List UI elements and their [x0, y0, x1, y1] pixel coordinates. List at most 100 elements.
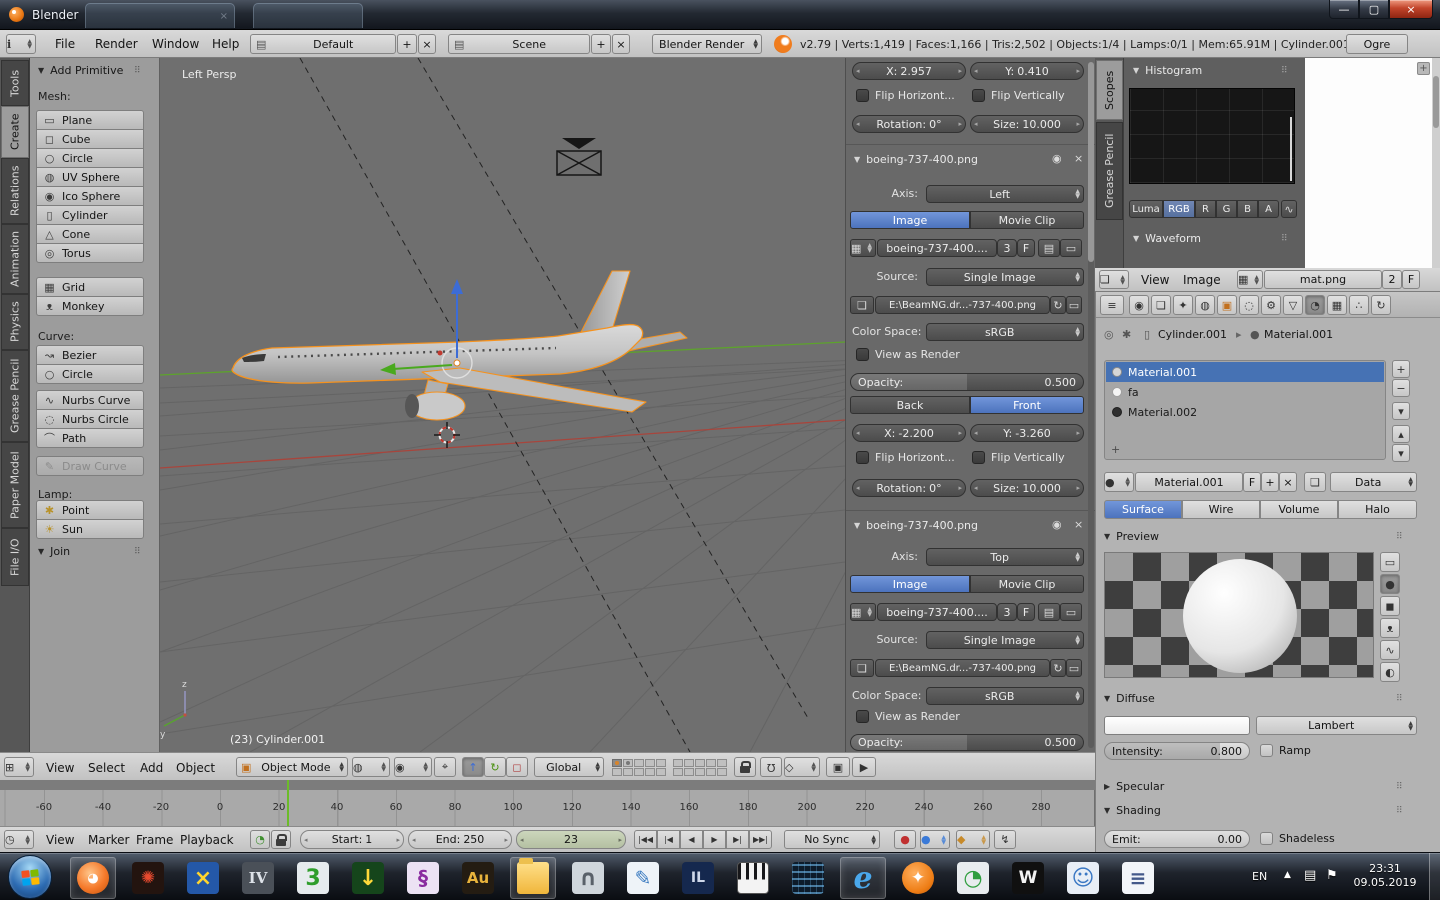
remove-bg-image-icon[interactable]: ×: [1074, 152, 1083, 165]
add-sun-lamp-button[interactable]: ☀ Sun: [36, 519, 144, 539]
channel-g-button[interactable]: G: [1216, 200, 1237, 218]
add-layout-button[interactable]: +: [397, 34, 417, 54]
object-data-tab-icon[interactable]: ▽: [1283, 295, 1303, 315]
taskbar-app-explorer[interactable]: [510, 857, 556, 899]
toolshelf-tab-animation[interactable]: Animation: [1, 224, 29, 294]
scrollbar-track[interactable]: [1088, 62, 1094, 748]
playhead[interactable]: [287, 780, 289, 826]
remove-material-slot-button[interactable]: −: [1392, 379, 1410, 397]
axis-dropdown[interactable]: Top ▲ ▼: [926, 548, 1084, 566]
taskbar-app-x[interactable]: ×: [180, 857, 226, 899]
channel-luma-button[interactable]: Luma: [1129, 200, 1163, 218]
diffuse-color-swatch[interactable]: [1104, 716, 1250, 735]
constraints-tab-icon[interactable]: ◌: [1239, 295, 1259, 315]
taskbar-app-contacts[interactable]: ☺: [1060, 857, 1106, 899]
bg-size-field[interactable]: ◂ Size: 10.000 ▸: [970, 479, 1084, 497]
ramp-checkbox[interactable]: Ramp: [1260, 744, 1311, 757]
menu-render[interactable]: Render: [95, 37, 138, 51]
add-cube-button[interactable]: ◻ Cube: [36, 129, 144, 149]
bg-x-field[interactable]: ◂ X: 2.957 ▸: [852, 62, 966, 80]
flip-vertical-checkbox[interactable]: Flip Vertically: [972, 451, 1065, 464]
view-as-render-checkbox[interactable]: View as Render: [856, 348, 960, 361]
image-browse-icon[interactable]: ▦ ▲ ▼: [850, 239, 876, 257]
material-slot-row[interactable]: fa: [1106, 382, 1384, 402]
toolshelf-tab-create[interactable]: Create: [1, 106, 29, 158]
delete-layout-button[interactable]: ×: [418, 34, 436, 54]
diffuse-shader-dropdown[interactable]: Lambert ▲ ▼: [1256, 716, 1417, 735]
taskbar-app-molecule[interactable]: ✺: [125, 857, 171, 899]
menu-playback[interactable]: Playback: [180, 833, 234, 847]
taskbar-app-midi[interactable]: [730, 857, 776, 899]
pack-image-icon[interactable]: ▤: [1038, 239, 1060, 257]
tab-image[interactable]: Image: [850, 575, 970, 593]
jump-prev-keyframe-button[interactable]: |◀: [657, 830, 680, 849]
object-tab-icon[interactable]: ▣: [1217, 295, 1237, 315]
bg-y-offset-field[interactable]: ◂ Y: -3.260 ▸: [970, 424, 1084, 442]
pivot-align-toggle[interactable]: ⌖: [434, 757, 456, 777]
taskbar-app-gear[interactable]: ✦: [895, 857, 941, 899]
waveform-panel-header[interactable]: ▼ Waveform: [1133, 232, 1201, 245]
fake-user-button[interactable]: F: [1017, 603, 1035, 621]
add-scene-button[interactable]: +: [591, 34, 611, 54]
panel-drag-dots[interactable]: ⠿: [134, 66, 143, 76]
preview-panel-header[interactable]: ▼ Preview: [1104, 530, 1159, 543]
bg-size-field[interactable]: ◂ Size: 10.000 ▸: [970, 115, 1084, 133]
fake-user-button[interactable]: F: [1402, 270, 1420, 289]
add-monkey-button[interactable]: ᴥ Monkey: [36, 296, 144, 316]
screen-layout-selector[interactable]: ▤ Default: [250, 34, 396, 54]
image-datablock-field[interactable]: boeing-737-400....: [877, 603, 997, 621]
type-halo-button[interactable]: Halo: [1338, 500, 1417, 519]
window-titlebar[interactable]: Blender × — ▢ ×: [0, 0, 1440, 30]
channel-a-button[interactable]: A: [1258, 200, 1279, 218]
add-point-lamp-button[interactable]: ✱ Point: [36, 500, 144, 520]
front-button[interactable]: Front: [970, 396, 1084, 414]
move-slot-up-icon[interactable]: ▴: [1392, 425, 1410, 443]
close-icon[interactable]: ×: [220, 11, 228, 22]
render-still-icon[interactable]: ▣: [826, 757, 850, 777]
reload-icon[interactable]: ↻: [1050, 296, 1066, 314]
add-torus-button[interactable]: ◎ Torus: [36, 243, 144, 263]
material-tab-icon[interactable]: ◔: [1305, 295, 1325, 315]
add-cylinder-button[interactable]: ▯ Cylinder: [36, 205, 144, 225]
editor-type-info-button[interactable]: i ▲ ▼: [6, 34, 36, 54]
jump-next-keyframe-button[interactable]: ▶|: [726, 830, 749, 849]
file-browse-icon[interactable]: ▭: [1066, 659, 1082, 677]
shadeless-checkbox[interactable]: Shadeless: [1260, 832, 1335, 845]
taskbar-app-notes[interactable]: ≡: [1115, 857, 1161, 899]
taskbar-app-gauge[interactable]: ◔: [950, 857, 996, 899]
particles-tab-icon[interactable]: ∴: [1349, 295, 1369, 315]
modifiers-tab-icon[interactable]: ⚙: [1261, 295, 1281, 315]
viewport-shading-dropdown[interactable]: ◍ ▲ ▼: [352, 757, 390, 777]
render-engine-selector[interactable]: Blender Render ▲ ▼: [652, 34, 762, 54]
taskbar-app-bridge[interactable]: ∩: [565, 857, 611, 899]
layers-widget[interactable]: [612, 759, 727, 776]
back-button[interactable]: Back: [850, 396, 970, 414]
add-uv-sphere-button[interactable]: ◍ UV Sphere: [36, 167, 144, 187]
axis-dropdown[interactable]: Left ▲ ▼: [926, 185, 1084, 203]
scrollbar-thumb[interactable]: [1433, 76, 1439, 128]
editor-type-image-button[interactable]: ❏ ▲ ▼: [1099, 270, 1129, 289]
type-surface-button[interactable]: Surface: [1104, 500, 1182, 519]
tab-movie-clip[interactable]: Movie Clip: [970, 211, 1084, 229]
lock-time-icon[interactable]: [271, 830, 291, 849]
lock-icon[interactable]: [734, 757, 756, 777]
filepath-field[interactable]: E:\BeamNG.dr...-737-400.png: [875, 296, 1050, 314]
snap-magnet-icon[interactable]: Ω: [760, 757, 782, 777]
timeline-ruler[interactable]: -60 -40 -20 0 20 40 60 80 100 120 140 16…: [0, 790, 1095, 826]
channel-rgb-button[interactable]: RGB: [1163, 200, 1195, 218]
minimize-button[interactable]: —: [1329, 0, 1359, 19]
audio-sync-icon[interactable]: ● ▲ ▼: [920, 830, 950, 849]
add-nurbs-curve-button[interactable]: ∿ Nurbs Curve: [36, 390, 144, 410]
scene-tab-icon[interactable]: ✦: [1173, 295, 1193, 315]
tab-movie-clip[interactable]: Movie Clip: [970, 575, 1084, 593]
sample-line-icon[interactable]: ∿: [1281, 200, 1297, 218]
unlink-material-button[interactable]: ×: [1279, 472, 1297, 492]
scrollbar-track[interactable]: [1432, 58, 1440, 268]
taskbar-app-3ds[interactable]: 3: [290, 857, 336, 899]
manipulator-scale-icon[interactable]: ◻: [506, 757, 528, 777]
material-slot-row[interactable]: Material.002: [1106, 402, 1384, 422]
toolshelf-tab-grease-pencil[interactable]: Grease Pencil: [1, 350, 29, 442]
material-name-field[interactable]: Material.001: [1135, 472, 1243, 492]
reload-icon[interactable]: ↻: [1050, 659, 1066, 677]
frame-end-field[interactable]: ◂ End: 250 ▸: [408, 830, 512, 849]
